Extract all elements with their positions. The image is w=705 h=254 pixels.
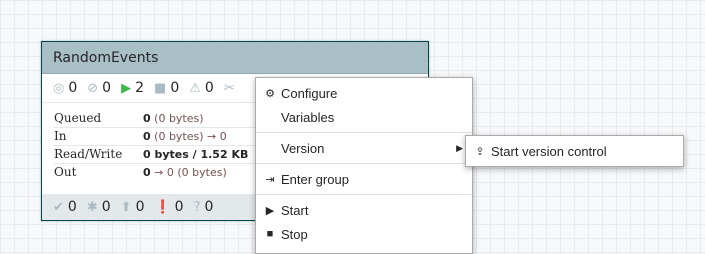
stale-stat: ⬆ 0 — [120, 199, 145, 215]
transmitting-stat: ◎ 0 — [53, 80, 78, 96]
gear-icon: ⚙ — [265, 87, 275, 100]
menu-item-configure[interactable]: ⚙ Configure — [256, 82, 472, 104]
stats-row-queued: Queued 0 (0 bytes) — [54, 110, 266, 128]
disabled-icon: ✂ — [223, 80, 235, 96]
sign-in-icon: ⇥ — [265, 173, 275, 186]
asterisk-icon: ✱ — [86, 199, 98, 215]
menu-separator — [256, 163, 472, 164]
invalid-stat: ⚠ 0 — [189, 80, 214, 96]
stats-row-read-write: Read/Write 0 bytes / 1.52 KB — [54, 146, 266, 164]
stopped-stat: ■ 0 — [154, 80, 180, 96]
question-icon: ? — [193, 199, 201, 215]
not-transmitting-icon: ⊘ — [87, 80, 99, 96]
stale-modified-stat: ❗ 0 — [154, 199, 184, 215]
check-icon: ✔ — [53, 199, 64, 215]
caret-right-icon: ▶ — [456, 142, 463, 153]
stats-row-out: Out 0 → 0 (0 bytes) — [54, 165, 227, 179]
menu-item-start-version-control[interactable]: ⇪ Start version control — [466, 140, 683, 162]
not-transmitting-stat: ⊘ 0 — [87, 80, 112, 96]
play-icon: ▶ — [121, 80, 132, 96]
sync-failure-stat: ? 0 — [193, 199, 214, 215]
stats-row-in: In 0 (0 bytes) → 0 — [54, 128, 266, 146]
disabled-stat: ✂ — [224, 81, 239, 96]
menu-separator — [256, 132, 472, 133]
running-stat: ▶ 2 — [121, 80, 145, 96]
menu-separator — [256, 194, 472, 195]
menu-item-enter-group[interactable]: ⇥ Enter group — [256, 168, 472, 190]
version-submenu: ⇪ Start version control — [465, 135, 684, 167]
arrow-circle-up-icon: ⬆ — [120, 199, 132, 215]
process-group-header: RandomEvents — [42, 42, 428, 74]
transmitting-icon: ◎ — [53, 80, 65, 96]
play-icon: ▶ — [265, 204, 275, 217]
locally-modified-stat: ✱ 0 — [86, 199, 111, 215]
menu-item-variables[interactable]: Variables — [256, 106, 472, 128]
menu-item-stop[interactable]: ■ Stop — [256, 223, 472, 245]
exclamation-circle-icon: ❗ — [154, 199, 171, 215]
up-to-date-stat: ✔ 0 — [53, 199, 77, 215]
context-menu: ⚙ Configure Variables Version ▶ ⇥ Enter … — [255, 77, 473, 254]
stop-icon: ■ — [154, 80, 167, 96]
process-group-name: RandomEvents — [53, 49, 159, 66]
menu-item-start[interactable]: ▶ Start — [256, 199, 472, 221]
menu-item-version[interactable]: Version ▶ — [256, 137, 472, 159]
stop-icon: ■ — [266, 228, 274, 240]
warning-icon: ⚠ — [189, 80, 201, 96]
upload-icon: ⇪ — [475, 145, 485, 158]
